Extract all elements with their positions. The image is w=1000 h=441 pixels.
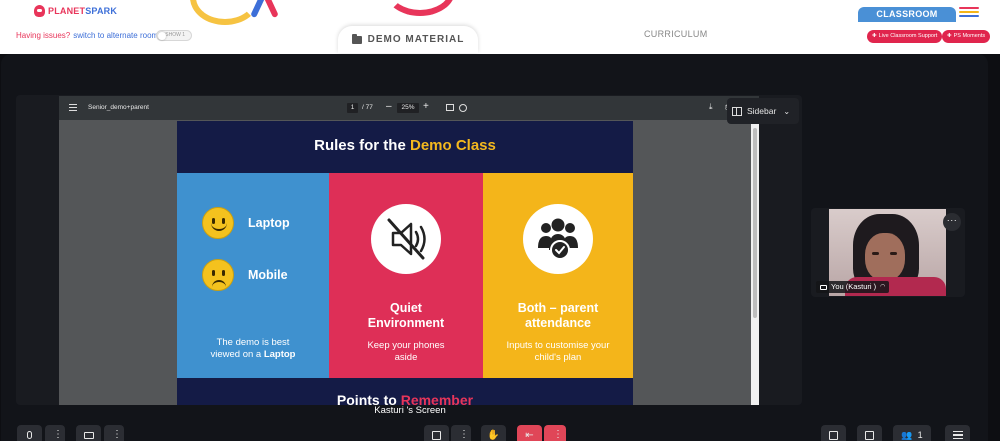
- quiet-column: Quiet Environment Keep your phones aside: [329, 173, 483, 378]
- whiteboard-button[interactable]: [857, 425, 882, 441]
- leave-button[interactable]: ⇤: [517, 425, 542, 441]
- camera-icon: [83, 431, 94, 439]
- menu-button[interactable]: [945, 425, 970, 441]
- checkbox-icon: [829, 430, 838, 440]
- attendance-column: Both – parent attendance Inputs to custom…: [483, 173, 633, 378]
- quiet-heading: Quiet Environment: [367, 301, 445, 330]
- sidebar-toggle-button[interactable]: Sidebar ⌄: [727, 98, 799, 124]
- camera-small-icon: [820, 284, 827, 290]
- group-check-icon: [523, 204, 593, 274]
- more-vertical-icon: ⋮: [553, 429, 563, 440]
- slide-title-highlight: Demo Class: [409, 137, 496, 154]
- mic-button[interactable]: [17, 425, 42, 441]
- raise-hand-button[interactable]: ✋: [481, 425, 506, 441]
- wifi-icon: ◠: [880, 284, 886, 290]
- camera-options-button[interactable]: ⋮: [104, 425, 124, 441]
- share-screen-button[interactable]: [424, 425, 449, 441]
- mascot-icon: [34, 5, 45, 17]
- tab-demo-material-label: DEMO MATERIAL: [367, 34, 465, 45]
- participant-name-tag: You (Kasturi ) ◠: [816, 281, 890, 293]
- pdf-toolbar: Senior_demo+parent 1 / 77 – 25% + ⤓ ⎙: [59, 96, 759, 120]
- logo-text: PLANETSPARK: [48, 6, 118, 16]
- menu-icon[interactable]: [69, 104, 77, 111]
- hand-icon: ✋: [487, 429, 500, 441]
- ps-moments-button[interactable]: PS Moments: [942, 30, 991, 43]
- share-options-button[interactable]: ⋮: [451, 425, 471, 441]
- attendance-heading: Both – parent attendance: [517, 301, 599, 330]
- page-total: / 77: [362, 104, 373, 111]
- quiet-note: Keep your phones aside: [367, 340, 445, 363]
- slide-title: Rules for the Demo Class: [177, 137, 633, 154]
- page-number-input[interactable]: 1: [347, 103, 358, 113]
- more-vertical-icon: ⋮: [112, 429, 122, 440]
- people-icon: 👥: [901, 429, 913, 440]
- more-vertical-icon: ⋮: [53, 429, 63, 440]
- happy-face-icon: [202, 207, 234, 239]
- slide-title-part: Rules for the: [314, 137, 410, 154]
- planetspark-logo: PLANETSPARK: [34, 5, 117, 17]
- alternate-room-toggle[interactable]: SHOW 1: [156, 30, 192, 41]
- leave-icon: ⇤: [525, 429, 534, 441]
- zoom-in-icon[interactable]: +: [423, 101, 429, 112]
- switch-room-link[interactable]: switch to alternate room: [73, 31, 158, 40]
- device-note-line1: The demo is best: [216, 337, 290, 348]
- leave-options-button[interactable]: ⋮: [544, 425, 566, 441]
- tasks-button[interactable]: [821, 425, 846, 441]
- issues-label: Having issues?: [16, 31, 71, 40]
- participants-button[interactable]: 👥 1: [893, 425, 931, 441]
- pdf-file-name: Senior_demo+parent: [88, 104, 149, 111]
- more-options-icon[interactable]: ···: [943, 213, 961, 231]
- mobile-label: Mobile: [248, 268, 288, 282]
- mic-options-button[interactable]: ⋮: [45, 425, 65, 441]
- menu-lines-icon: [952, 429, 963, 441]
- app-root: PLANETSPARK Having issues? switch to alte…: [0, 0, 1000, 441]
- sidebar-icon: [732, 106, 742, 116]
- camera-button[interactable]: [76, 425, 101, 441]
- zoom-out-icon[interactable]: –: [386, 101, 392, 112]
- share-screen-icon: [432, 430, 441, 440]
- decor-arc-red: [385, 0, 455, 16]
- rotate-icon[interactable]: [459, 104, 467, 112]
- more-vertical-icon: ⋮: [459, 429, 469, 440]
- points-heading: Points to Remember: [336, 392, 474, 405]
- top-bar: PLANETSPARK Having issues? switch to alte…: [0, 0, 1000, 54]
- tab-curriculum[interactable]: CURRICULUM: [644, 29, 708, 39]
- download-icon[interactable]: ⤓: [709, 102, 713, 112]
- participant-name: You (Kasturi ): [831, 282, 877, 291]
- mute-speaker-icon: [371, 204, 441, 274]
- chevron-down-icon: ⌄: [783, 106, 791, 116]
- decor-arc-yellow: [190, 0, 260, 25]
- pdf-slide: Rules for the Demo Class Laptop Mobile T…: [177, 121, 633, 405]
- sad-face-icon: [202, 259, 234, 291]
- whiteboard-icon: [865, 430, 874, 440]
- device-note-line2: viewed on a Laptop: [210, 349, 296, 360]
- decor-line-red: [263, 0, 279, 19]
- attendance-note: Inputs to customise your child's plan: [506, 340, 610, 363]
- participants-count: 1: [917, 430, 923, 440]
- device-note: The demo is best viewed on a Laptop: [177, 337, 329, 361]
- zoom-level-input[interactable]: 25%: [397, 103, 419, 113]
- folder-icon: [351, 33, 362, 44]
- sidebar-label: Sidebar: [747, 106, 777, 116]
- scrollbar-thumb[interactable]: [753, 128, 757, 318]
- issues-text: Having issues? switch to alternate room: [16, 31, 158, 40]
- hamburger-menu-icon[interactable]: [959, 7, 979, 19]
- mic-icon: [27, 431, 32, 439]
- device-column: Laptop Mobile The demo is best viewed on…: [177, 173, 329, 378]
- live-classroom-support-button[interactable]: Live Classroom Support: [867, 30, 943, 43]
- screen-share-label: Kasturi 's Screen: [374, 405, 446, 416]
- fit-page-icon[interactable]: [446, 104, 454, 111]
- tab-demo-material[interactable]: DEMO MATERIAL: [338, 26, 478, 53]
- laptop-label: Laptop: [248, 216, 290, 230]
- classroom-tag[interactable]: CLASSROOM: [858, 7, 956, 22]
